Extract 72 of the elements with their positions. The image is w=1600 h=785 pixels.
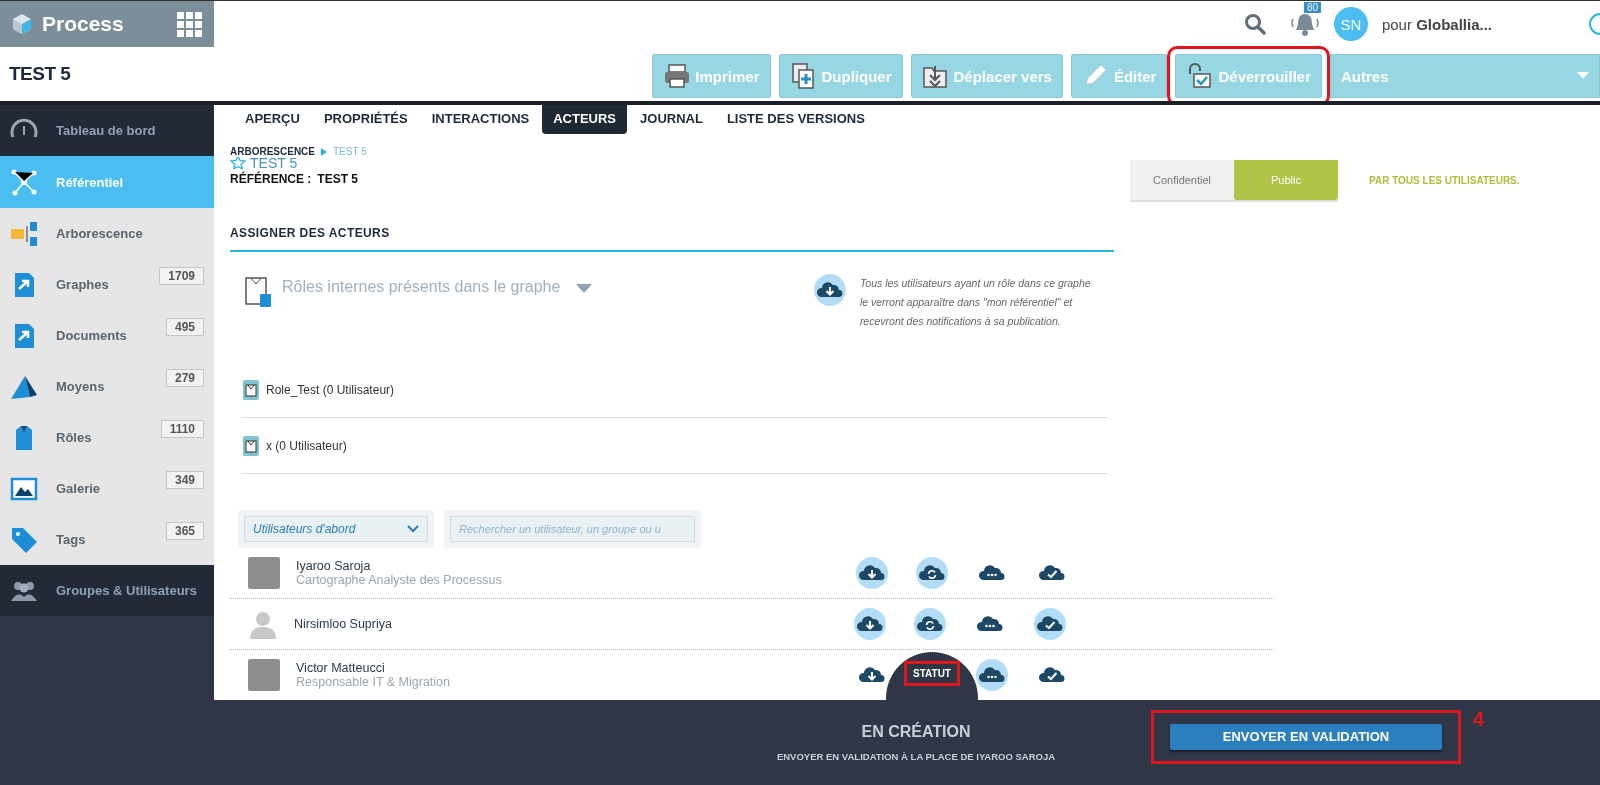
sidebar-item[interactable]: Tags 365 xyxy=(0,514,214,565)
status-tab[interactable]: STATUT xyxy=(886,652,978,700)
cloud-dots-icon[interactable] xyxy=(976,659,1008,691)
person-silhouette-icon xyxy=(248,609,278,639)
count-badge: 279 xyxy=(165,369,204,387)
cube-logo-icon xyxy=(10,12,34,36)
caret-icon xyxy=(1577,72,1589,80)
sidebar-item[interactable]: Rôles 1110 xyxy=(0,412,214,463)
tab[interactable]: APERÇU xyxy=(234,105,311,134)
cloud-check-icon[interactable] xyxy=(1034,608,1066,640)
breadcrumb-link[interactable]: ARBORESCENCE xyxy=(230,146,315,157)
tab[interactable]: ACTEURS xyxy=(542,105,628,134)
cloud-download-icon[interactable] xyxy=(854,608,886,640)
annotation-number: 4 xyxy=(1473,708,1485,731)
user-search-field[interactable]: Rechercher un utilisateur, un groupe ou u xyxy=(450,516,695,542)
document-title: TEST 5 xyxy=(250,157,298,169)
sidebar-item[interactable]: Graphes 1709 xyxy=(0,259,214,310)
reference-label: RÉFÉRENCE : xyxy=(230,172,312,186)
user-name[interactable]: Victor Matteucci xyxy=(296,661,856,675)
tab[interactable]: LISTE DES VERSIONS xyxy=(715,105,876,134)
tab[interactable]: INTERACTIONS xyxy=(420,105,541,134)
send-validation-button[interactable]: ENVOYER EN VALIDATION xyxy=(1170,723,1442,750)
status-subtitle: ENVOYER EN VALIDATION À LA PLACE DE IYAROO SAROJA xyxy=(775,751,1057,762)
app-name: Process xyxy=(42,12,125,36)
role-name[interactable]: x (0 Utilisateur) xyxy=(266,438,347,453)
apps-grid-icon[interactable] xyxy=(177,11,202,37)
cloud-sync-icon[interactable] xyxy=(914,608,946,640)
count-badge: 1709 xyxy=(159,267,204,285)
printer-icon xyxy=(663,62,692,90)
count-badge: 1110 xyxy=(160,420,204,438)
tab[interactable]: JOURNAL xyxy=(629,105,714,134)
user-role: Responsable IT & Migration xyxy=(296,675,452,689)
user-role: Cartographe Analyste des Processus xyxy=(296,573,503,587)
info-text: Tous les utilisateurs ayant un rôle dans ce graphe le verront apparaître dans "mon référentiel" et recevront des notifications à sa publication. xyxy=(859,276,1092,329)
sort-dropdown[interactable]: Utilisateurs d'abord xyxy=(244,516,428,542)
cloud-download-icon[interactable] xyxy=(856,557,888,589)
chevron-icon xyxy=(321,147,327,156)
status-text: EN CRÉATION xyxy=(860,723,972,741)
role-name[interactable]: Role_Test (0 Utilisateur) xyxy=(266,382,395,397)
sidebar-item[interactable]: Tableau de bord xyxy=(0,105,214,156)
role-icon xyxy=(242,434,260,457)
count-badge: 349 xyxy=(165,471,204,489)
section-heading: ASSIGNER DES ACTEURS xyxy=(230,226,1114,252)
caret-icon xyxy=(576,284,593,294)
cloud-download-icon xyxy=(814,274,846,306)
network-icon xyxy=(10,168,38,196)
star-icon[interactable] xyxy=(230,157,246,169)
sidebar-item[interactable]: Arborescence xyxy=(0,208,214,259)
tab[interactable]: PROPRIÉTÉS xyxy=(312,105,419,134)
reference-value: TEST 5 xyxy=(317,172,359,186)
count-badge: 495 xyxy=(165,318,204,336)
sidebar-item[interactable]: Documents 495 xyxy=(0,310,214,361)
bell-icon[interactable] xyxy=(1289,11,1320,37)
user-name[interactable]: Iyaroo Saroja xyxy=(296,559,856,573)
user-name[interactable]: Nirsimloo Supriya xyxy=(294,617,854,631)
sidebar-item[interactable]: Galerie 349 xyxy=(0,463,214,514)
notification-badge: 80 xyxy=(1303,2,1322,13)
chevron-down-icon xyxy=(407,525,419,533)
search-icon[interactable] xyxy=(1243,13,1266,35)
visibility-option[interactable]: Confidentiel xyxy=(1130,160,1234,200)
sidebar-item[interactable]: Groupes & Utilisateurs xyxy=(0,565,214,616)
status-tab-label: STATUT xyxy=(907,664,957,683)
account-name[interactable]: pour Globallia... xyxy=(1381,15,1492,33)
clipboard-icon xyxy=(244,274,272,308)
visibility-note: PAR TOUS LES UTILISATEURS. xyxy=(1369,175,1520,186)
cloud-sync-icon[interactable] xyxy=(916,557,948,589)
sidebar-item[interactable]: Moyens 279 xyxy=(0,361,214,412)
page-title: TEST 5 xyxy=(9,63,71,85)
tag-icon xyxy=(10,525,38,554)
count-badge: 365 xyxy=(165,522,204,540)
role-icon xyxy=(242,378,260,401)
folder-tree-icon xyxy=(10,219,38,248)
